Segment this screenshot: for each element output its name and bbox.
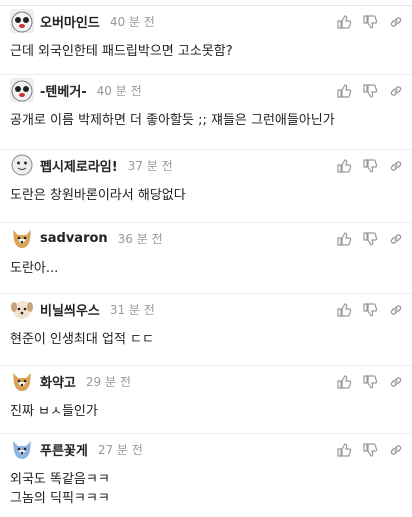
avatar[interactable] bbox=[10, 226, 34, 250]
link-icon[interactable] bbox=[388, 374, 404, 390]
comment-item: 비닐씌우스 31 분 전 현준이 인생최대 업적 ㄷㄷ bbox=[0, 294, 412, 366]
thumbs-down-icon[interactable] bbox=[362, 14, 378, 30]
comment-text: 공개로 이름 박제하면 더 좋아할듯 ;; 쟤들은 그런애들아닌가 bbox=[10, 113, 335, 128]
link-icon[interactable] bbox=[388, 158, 404, 174]
comment-item: 화약고 29 분 전 진짜 ㅂㅅ들인가 bbox=[0, 366, 412, 434]
thumbs-down-icon[interactable] bbox=[362, 83, 378, 99]
nickname[interactable]: sadvaron bbox=[40, 231, 108, 246]
nickname[interactable]: 펩시제로라임! bbox=[40, 156, 118, 175]
nickname[interactable]: 화약고 bbox=[40, 372, 76, 391]
thumbs-down-icon[interactable] bbox=[362, 374, 378, 390]
comment-text: 진짜 ㅂㅅ들인가 bbox=[10, 404, 98, 419]
comment-item: 펩시제로라임! 37 분 전 도란은 창원바론이라서 해당없다 bbox=[0, 150, 412, 223]
timestamp: 29 분 전 bbox=[85, 374, 131, 389]
link-icon[interactable] bbox=[388, 442, 404, 458]
link-icon[interactable] bbox=[388, 14, 404, 30]
avatar[interactable] bbox=[10, 297, 34, 321]
timestamp: 31 분 전 bbox=[109, 302, 155, 317]
nickname[interactable]: -텐베거- bbox=[40, 81, 87, 100]
timestamp: 40 분 전 bbox=[109, 14, 155, 29]
thumbs-down-icon[interactable] bbox=[362, 302, 378, 318]
comment-item: sadvaron 36 분 전 도란아... bbox=[0, 223, 412, 294]
comment-text: 도란은 창원바론이라서 해당없다 bbox=[10, 188, 186, 203]
link-icon[interactable] bbox=[388, 302, 404, 318]
thumbs-down-icon[interactable] bbox=[362, 442, 378, 458]
nickname[interactable]: 비닐씌우스 bbox=[40, 300, 100, 319]
comment-text: 도란아... bbox=[10, 261, 59, 276]
timestamp: 36 분 전 bbox=[117, 231, 163, 246]
thumbs-up-icon[interactable] bbox=[336, 302, 352, 318]
timestamp: 27 분 전 bbox=[97, 442, 143, 457]
thumbs-up-icon[interactable] bbox=[336, 83, 352, 99]
thumbs-up-icon[interactable] bbox=[336, 442, 352, 458]
thumbs-up-icon[interactable] bbox=[336, 158, 352, 174]
avatar[interactable] bbox=[10, 437, 34, 461]
timestamp: 40 분 전 bbox=[96, 83, 142, 98]
comment-item: 푸른꽃게 27 분 전 외국도 똑같음ㅋㅋ 그놈의 딕픽ㅋㅋㅋ bbox=[0, 434, 412, 517]
avatar[interactable] bbox=[10, 78, 34, 102]
thumbs-up-icon[interactable] bbox=[336, 231, 352, 247]
comment-text: 근데 외국인한테 패드립박으면 고소못함? bbox=[10, 44, 233, 59]
link-icon[interactable] bbox=[388, 231, 404, 247]
nickname[interactable]: 오버마인드 bbox=[40, 12, 100, 31]
thumbs-down-icon[interactable] bbox=[362, 158, 378, 174]
thumbs-up-icon[interactable] bbox=[336, 374, 352, 390]
thumbs-up-icon[interactable] bbox=[336, 14, 352, 30]
comment-text: 현준이 인생최대 업적 ㄷㄷ bbox=[10, 332, 154, 347]
comment-item: 오버마인드 40 분 전 근데 외국인한테 패드립박으면 고소못함? bbox=[0, 6, 412, 75]
avatar[interactable] bbox=[10, 9, 34, 33]
link-icon[interactable] bbox=[388, 83, 404, 99]
comment-text: 외국도 똑같음ㅋㅋ 그놈의 딕픽ㅋㅋㅋ bbox=[10, 472, 110, 506]
nickname[interactable]: 푸른꽃게 bbox=[40, 440, 88, 459]
avatar[interactable] bbox=[10, 369, 34, 393]
thumbs-down-icon[interactable] bbox=[362, 231, 378, 247]
timestamp: 37 분 전 bbox=[127, 158, 173, 173]
avatar[interactable] bbox=[10, 153, 34, 177]
comment-item: -텐베거- 40 분 전 공개로 이름 박제하면 더 좋아할듯 ;; 쟤들은 그… bbox=[0, 75, 412, 150]
